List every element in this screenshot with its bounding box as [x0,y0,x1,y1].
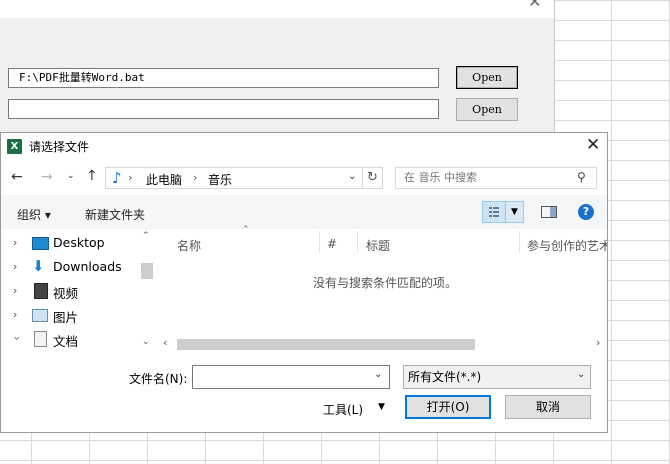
filename-input[interactable] [192,365,390,389]
nav-item-desktop[interactable]: › Desktop [9,233,139,255]
video-icon [34,283,48,299]
open-button-1[interactable]: Open [456,66,518,89]
breadcrumb-this-pc[interactable]: 此电脑 [146,171,182,188]
chevron-right-icon[interactable]: › [13,308,17,321]
nav-label: 文档 [53,334,79,349]
column-divider[interactable] [357,231,358,253]
breadcrumb-sep-icon: › [193,171,198,184]
view-details-icon[interactable] [482,201,506,223]
nav-item-videos[interactable]: › 视频 [9,281,139,303]
parent-dialog-header [0,0,554,18]
breadcrumb-music[interactable]: 音乐 [208,171,232,188]
scroll-up-icon[interactable]: ⌃ [142,231,150,241]
path-input-1[interactable]: F:\PDF批量转Word.bat [8,68,439,88]
music-folder-icon: ♪ [112,169,122,187]
sort-ascending-icon: ⌃ [242,225,250,235]
breadcrumb-sep-icon: › [128,171,133,184]
recent-locations-icon[interactable]: ⌄ [67,171,75,181]
excel-icon: X [7,139,22,154]
downloads-icon: ⬇ [32,257,45,275]
tools-menu[interactable]: 工具(L) [323,401,363,418]
column-header-artists[interactable]: 参与创作的艺术 [527,237,607,254]
empty-results-message: 没有与搜索条件匹配的项。 [313,276,458,290]
column-header-number[interactable]: # [327,237,337,251]
search-icon[interactable]: ⚲ [577,170,586,184]
address-bar[interactable]: ♪ › 此电脑 › 音乐 ⌄ [105,167,363,189]
scroll-left-icon[interactable]: ‹ [163,336,167,349]
chevron-right-icon[interactable]: › [13,284,17,297]
file-type-select[interactable]: 所有文件(*.*) [403,365,591,389]
scroll-right-icon[interactable]: › [596,336,600,349]
path-input-2[interactable] [8,99,439,119]
address-dropdown-icon[interactable]: ⌄ [348,171,356,182]
chevron-down-icon[interactable]: › [11,336,24,340]
nav-vertical-scrollbar[interactable]: ⌃ ⌄ [139,231,155,355]
parent-close-icon[interactable]: ✕ [528,0,541,11]
desktop-icon [32,237,49,250]
back-arrow-icon[interactable]: ← [11,169,23,185]
nav-label: 视频 [53,286,79,301]
chevron-right-icon[interactable]: › [13,236,17,249]
chevron-right-icon[interactable]: › [13,260,17,273]
documents-icon [34,331,47,347]
file-open-dialog: X 请选择文件 ✕ ← → ⌄ ↑ ♪ › 此电脑 › 音乐 ⌄ ↻ 在 音乐 … [0,132,608,433]
nav-scroll-thumb[interactable] [141,263,153,279]
help-icon[interactable]: ? [578,204,594,220]
filename-dropdown-icon[interactable]: ⌄ [374,369,382,380]
view-dropdown-icon[interactable]: ▼ [506,201,524,223]
column-divider[interactable] [519,231,520,253]
nav-item-documents[interactable]: › 文档 [9,329,139,351]
column-header-title[interactable]: 标题 [366,237,390,254]
list-scroll-thumb[interactable] [177,339,475,350]
open-button-2[interactable]: Open [456,98,518,121]
dialog-close-icon[interactable]: ✕ [586,135,600,155]
column-divider[interactable] [319,231,320,253]
forward-arrow-icon[interactable]: → [41,169,53,185]
nav-label: Desktop [53,235,105,250]
tools-dropdown-icon[interactable]: ▼ [378,402,385,412]
new-folder-button[interactable]: 新建文件夹 [85,206,145,223]
nav-item-downloads[interactable]: › ⬇ Downloads [9,257,139,279]
refresh-icon[interactable]: ↻ [363,167,383,189]
cancel-button[interactable]: 取消 [505,395,591,419]
file-type-dropdown-icon[interactable]: ⌄ [577,369,585,380]
navigation-pane: › Desktop › ⬇ Downloads › 视频 › 图片 › 文档 [1,229,156,355]
organize-menu[interactable]: 组织 ▾ [17,206,51,223]
column-header-name[interactable]: 名称 [177,237,201,254]
preview-pane-icon[interactable] [541,206,557,218]
nav-item-pictures[interactable]: › 图片 [9,305,139,327]
search-input[interactable]: 在 音乐 中搜索 [395,167,597,189]
dialog-title: 请选择文件 [29,140,90,154]
up-arrow-icon[interactable]: ↑ [86,168,98,184]
pictures-icon [32,309,48,322]
scroll-down-icon[interactable]: ⌄ [142,337,150,347]
open-button[interactable]: 打开(O) [405,395,491,419]
filename-label: 文件名(N): [129,372,188,386]
nav-label: Downloads [53,259,122,274]
nav-label: 图片 [53,310,79,325]
